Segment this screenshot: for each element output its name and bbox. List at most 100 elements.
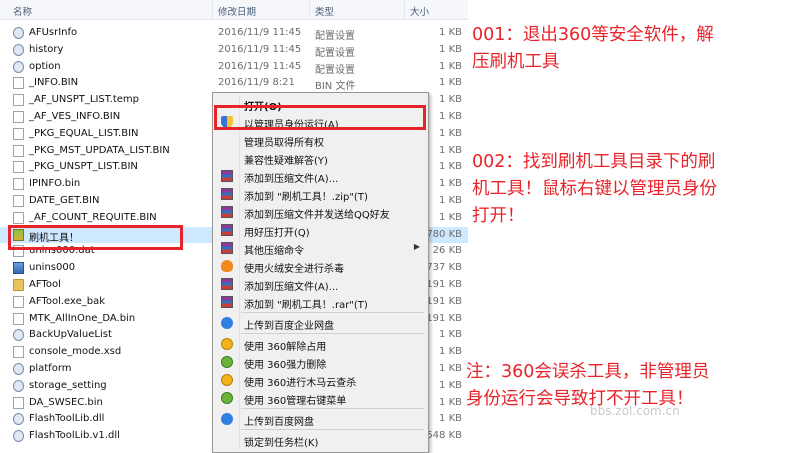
file-type: BIN 文件 [315, 81, 356, 93]
file-size: 1 KB [439, 111, 462, 122]
document-icon [13, 77, 24, 90]
file-type: 配置设置 [315, 31, 355, 42]
context-menu-item-label: 使用 360强力删除 [244, 360, 327, 371]
file-row[interactable]: _INFO.BIN 2016/11/9 8:21 BIN 文件 1 KB [0, 75, 468, 92]
context-menu-item[interactable]: 使用 360进行木马云查杀 [213, 371, 428, 389]
context-menu-item-label: 使用 360管理右键菜单 [244, 396, 347, 407]
settings-file-icon [13, 363, 24, 375]
file-size: 1 KB [439, 363, 462, 374]
context-menu-item[interactable]: 管理员取得所有权 [213, 131, 428, 149]
annotation-note-line1: 注：360会误杀工具，非管理员 [466, 362, 710, 382]
file-size: 191 KB [426, 279, 462, 290]
context-menu-item[interactable]: 添加到 "刷机工具！.zip"(T) [213, 185, 428, 203]
context-menu-item-label: 添加到压缩文件并发送给QQ好友 [244, 210, 390, 221]
document-icon [13, 178, 24, 191]
highlight-box-file [8, 225, 183, 250]
file-name: DA_SWSEC.bin [29, 396, 103, 408]
archive-icon [221, 170, 233, 182]
file-size: 1 KB [439, 60, 462, 72]
file-name: IPINFO.bin [29, 178, 81, 190]
column-header-type[interactable]: 类型 [315, 4, 334, 18]
column-header-size[interactable]: 大小 [410, 4, 429, 18]
context-menu-item[interactable]: 添加到压缩文件并发送给QQ好友 [213, 203, 428, 221]
file-size: 737 KB [426, 262, 462, 274]
annotation-step2: 002：找到刷机工具目录下的刷 机工具！鼠标右键以管理员身份 打开！ [472, 149, 717, 230]
archive-icon [221, 296, 233, 308]
column-header-date[interactable]: 修改日期 [218, 4, 256, 18]
context-menu-item-label: 添加到压缩文件(A)... [244, 174, 339, 185]
folder-icon [13, 279, 24, 291]
file-size: 1 KB [439, 211, 462, 223]
file-size: 1 KB [439, 195, 462, 206]
file-row[interactable]: history 2016/11/9 11:45 配置设置 1 KB [0, 42, 468, 59]
file-size: 1 KB [439, 346, 462, 358]
file-size: 1 KB [439, 329, 462, 341]
column-divider[interactable] [212, 0, 213, 19]
context-menu-item[interactable]: 使用火绒安全进行杀毒 [213, 257, 428, 275]
file-size: 1 KB [439, 94, 462, 106]
context-menu-item-label: 管理员取得所有权 [244, 138, 324, 149]
settings-file-icon [13, 413, 24, 426]
file-size: 1 KB [439, 379, 462, 391]
menu-separator [241, 333, 424, 334]
context-menu-item[interactable]: 兼容性疑难解答(Y) [213, 149, 428, 167]
file-name: BackUpValueList [29, 329, 112, 341]
huorong-shield-icon [221, 260, 233, 272]
annotation-step1-line2: 压刷机工具 [472, 52, 560, 72]
context-menu-item[interactable]: 使用 360强力删除 [213, 353, 428, 371]
document-icon [13, 312, 24, 325]
context-menu-item-label: 添加到 "刷机工具！.rar"(T) [244, 300, 368, 311]
context-menu-item[interactable]: 添加到 "刷机工具！.rar"(T) [213, 293, 428, 311]
annotation-step1-line1: 001：退出360等安全软件，解 [472, 25, 714, 45]
document-icon [13, 144, 24, 157]
context-menu-item[interactable]: 添加到压缩文件(A)... [213, 275, 428, 293]
column-divider[interactable] [309, 0, 310, 19]
annotation-step2-line2: 机工具！鼠标右键以管理员身份 [472, 179, 717, 199]
archive-icon [221, 278, 233, 290]
annotation-step1: 001：退出360等安全软件，解 压刷机工具 [472, 22, 714, 76]
360-security-icon [221, 374, 233, 386]
context-menu-item[interactable]: 用好压打开(Q) [213, 221, 428, 239]
document-icon [13, 161, 24, 174]
360-security-icon [221, 356, 233, 368]
document-icon [13, 94, 24, 107]
file-row[interactable]: option 2016/11/9 11:45 配置设置 1 KB [0, 59, 468, 76]
file-name: history [29, 43, 64, 55]
file-name: _AF_COUNT_REQUITE.BIN [29, 211, 157, 223]
document-icon [13, 111, 24, 123]
file-name: platform [29, 363, 72, 374]
context-menu-item-label: 上传到百度网盘 [244, 417, 314, 428]
context-menu-item-label: 用好压打开(Q) [244, 228, 310, 239]
context-menu-item-label: 锁定到任务栏(K) [244, 438, 319, 449]
context-menu-item[interactable]: 上传到百度企业网盘 [213, 314, 428, 332]
file-name: FlashToolLib.v1.dll [29, 430, 120, 442]
file-size: 1 KB [439, 161, 462, 173]
file-row[interactable]: AFUsrInfo 2016/11/9 11:45 配置设置 1 KB [0, 25, 468, 42]
column-header-name[interactable]: 名称 [13, 4, 32, 18]
column-divider[interactable] [404, 0, 405, 19]
file-name: storage_setting [29, 379, 107, 391]
application-icon [13, 262, 24, 275]
context-menu-item[interactable]: 添加到压缩文件(A)... [213, 167, 428, 185]
context-menu-item-label: 兼容性疑难解答(Y) [244, 156, 328, 167]
file-name: _PKG_UNSPT_LIST.BIN [29, 161, 138, 173]
file-size: 1 KB [439, 413, 462, 425]
archive-icon [221, 224, 233, 236]
context-menu-item[interactable]: 上传到百度网盘 [213, 410, 428, 428]
context-menu-item-label: 添加到压缩文件(A)... [244, 282, 339, 293]
context-menu-item[interactable]: 锁定到任务栏(K) [213, 431, 428, 449]
annotation-step2-line1: 002：找到刷机工具目录下的刷 [472, 152, 716, 172]
file-size: 1 KB [439, 178, 462, 190]
file-size: 1 KB [439, 77, 462, 89]
column-header-bar: 名称 修改日期 类型 大小 [0, 0, 468, 20]
file-size: 1 KB [439, 144, 462, 156]
context-menu-item[interactable]: 使用 360管理右键菜单 [213, 389, 428, 407]
context-menu-item[interactable]: 使用 360解除占用 [213, 335, 428, 353]
document-icon [13, 195, 24, 207]
context-menu-item[interactable]: 其他压缩命令 ▶ [213, 239, 428, 257]
menu-separator [241, 312, 424, 313]
file-type: 配置设置 [315, 64, 355, 76]
file-size: 1 KB [439, 27, 462, 38]
context-menu-item-label: 其他压缩命令 [244, 246, 304, 257]
file-name: FlashToolLib.dll [29, 413, 105, 425]
